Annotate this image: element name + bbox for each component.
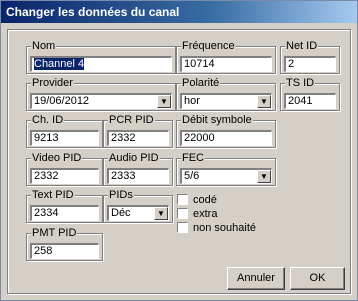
chevron-down-icon[interactable]: ▼ [157, 95, 171, 108]
chevron-down-icon[interactable]: ▼ [257, 170, 271, 183]
net-id-group: Net ID 2 [280, 40, 340, 74]
ch-id-label: Ch. ID [31, 114, 65, 126]
title-bar[interactable]: Changer les données du canal [1, 1, 357, 23]
ts-id-group: TS ID 2041 [280, 77, 340, 111]
net-id-input[interactable]: 2 [284, 56, 336, 72]
dialog-window: Changer les données du canal Nom Channel… [0, 0, 358, 301]
ts-id-input[interactable]: 2041 [284, 93, 336, 109]
non-souhaite-label: non souhaité [193, 221, 256, 234]
debit-symbole-group: Débit symbole 22000 [176, 114, 276, 148]
pids-select[interactable]: Déc ▼ [107, 205, 169, 221]
pcr-pid-label: PCR PID [108, 114, 155, 126]
provider-label: Provider [31, 77, 74, 89]
nom-group: Nom Channel 4 [26, 40, 176, 74]
text-pid-label: Text PID [31, 189, 75, 201]
cancel-button[interactable]: Annuler [227, 267, 285, 290]
pcr-pid-input[interactable]: 2332 [107, 130, 169, 146]
fec-label: FEC [181, 152, 205, 164]
ch-id-input[interactable]: 9213 [30, 130, 99, 146]
text-pid-group: Text PID 2334 [26, 189, 103, 223]
ch-id-group: Ch. ID 9213 [26, 114, 103, 148]
extra-checkbox[interactable] [177, 208, 188, 219]
polarite-select[interactable]: hor ▼ [180, 93, 272, 109]
debit-symbole-label: Débit symbole [181, 114, 253, 126]
provider-value: 19/06/2012 [34, 95, 90, 107]
provider-group: Provider 19/06/2012 ▼ [26, 77, 176, 111]
chevron-down-icon[interactable]: ▼ [257, 95, 271, 108]
video-pid-label: Video PID [31, 152, 83, 164]
pmt-pid-group: PMT PID 258 [26, 227, 103, 261]
audio-pid-group: Audio PID 2333 [103, 152, 173, 186]
frequence-input[interactable]: 10714 [180, 56, 272, 72]
code-checkbox-row[interactable]: codé [177, 193, 217, 206]
extra-checkbox-row[interactable]: extra [177, 207, 217, 220]
frequence-label: Fréquence [181, 40, 236, 52]
video-pid-group: Video PID 2332 [26, 152, 103, 186]
nom-input[interactable]: Channel 4 [30, 56, 172, 72]
debit-symbole-input[interactable]: 22000 [180, 130, 272, 146]
fec-group: FEC 5/6 ▼ [176, 152, 276, 186]
pids-value: Déc [111, 207, 131, 219]
nom-value: Channel 4 [34, 58, 85, 70]
audio-pid-label: Audio PID [108, 152, 160, 164]
ok-button[interactable]: OK [290, 267, 345, 290]
polarite-label: Polarité [181, 77, 221, 89]
pmt-pid-label: PMT PID [31, 227, 78, 239]
provider-select[interactable]: 19/06/2012 ▼ [30, 93, 172, 109]
polarite-group: Polarité hor ▼ [176, 77, 276, 111]
pcr-pid-group: PCR PID 2332 [103, 114, 173, 148]
fec-value: 5/6 [184, 170, 200, 182]
pids-label: PIDs [108, 189, 134, 201]
code-label: codé [193, 193, 217, 206]
non-souhaite-checkbox-row[interactable]: non souhaité [177, 221, 256, 234]
polarite-value: hor [184, 95, 200, 107]
audio-pid-input[interactable]: 2333 [107, 168, 169, 184]
ts-id-label: TS ID [285, 77, 316, 89]
chevron-down-icon[interactable]: ▼ [154, 207, 168, 220]
frequence-group: Fréquence 10714 [176, 40, 276, 74]
pmt-pid-input[interactable]: 258 [30, 243, 99, 259]
non-souhaite-checkbox[interactable] [177, 222, 188, 233]
window-title: Changer les données du canal [6, 5, 180, 19]
net-id-label: Net ID [285, 40, 319, 52]
pids-group: PIDs Déc ▼ [103, 189, 173, 223]
fec-select[interactable]: 5/6 ▼ [180, 168, 272, 184]
nom-label: Nom [31, 40, 57, 52]
text-pid-input[interactable]: 2334 [30, 205, 99, 221]
code-checkbox[interactable] [177, 194, 188, 205]
video-pid-input[interactable]: 2332 [30, 168, 99, 184]
extra-label: extra [193, 207, 218, 220]
